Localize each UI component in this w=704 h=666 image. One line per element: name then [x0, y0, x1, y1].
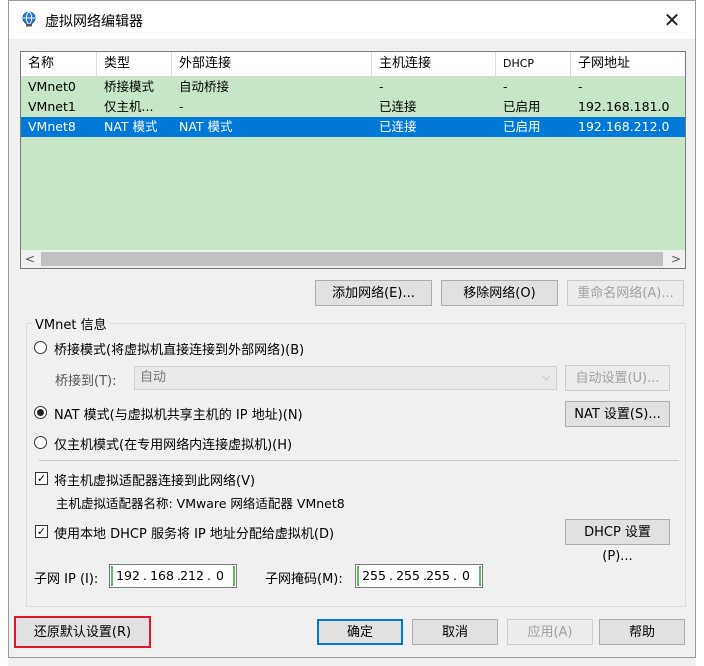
virtual-network-editor-dialog: 虚拟网络编辑器 ✕ 名称 类型 外部连接 主机连接 DHCP 子网地址 VMne…	[8, 0, 696, 658]
horizontal-scrollbar[interactable]: < >	[21, 250, 685, 268]
restore-defaults-button[interactable]: 还原默认设置(R)	[14, 616, 151, 648]
bridged-to-value: 自动	[140, 370, 167, 385]
column-header-name[interactable]: 名称	[21, 52, 97, 76]
cell-type: 桥接模式	[104, 79, 155, 94]
vmnet-info-title: VMnet 信息	[32, 314, 110, 333]
column-header-type[interactable]: 类型	[97, 52, 172, 76]
table-row[interactable]: VMnet1 仅主机... - 已连接 已启用 192.168.181.0	[21, 97, 685, 117]
mask-octet[interactable]: 255	[394, 565, 422, 587]
subnet-ip-label: 子网 IP (I):	[34, 572, 99, 587]
network-globe-icon	[22, 11, 36, 27]
bridged-to-select[interactable]: 自动 ⌵	[134, 366, 557, 390]
ip-octet[interactable]: 212	[178, 565, 206, 587]
cell-name: VMnet8	[28, 119, 76, 134]
nat-settings-button[interactable]: NAT 设置(S)...	[565, 401, 670, 427]
cancel-button[interactable]: 取消	[412, 619, 498, 645]
cell-type: NAT 模式	[104, 119, 158, 134]
chevron-down-icon: ⌵	[542, 372, 550, 383]
subnet-ip-input[interactable]: 192 . 168 . 212 . 0	[109, 564, 237, 588]
host-only-label[interactable]: 仅主机模式(在专用网络内连接虚拟机)(H)	[54, 434, 292, 453]
cell-subnet: -	[578, 79, 583, 94]
ok-button[interactable]: 确定	[317, 619, 403, 645]
ip-octet[interactable]: 168	[148, 565, 176, 587]
scroll-right-icon[interactable]: >	[667, 250, 685, 268]
bridged-mode-label[interactable]: 桥接模式(将虚拟机直接连接到外部网络)(B)	[54, 339, 304, 358]
scroll-left-icon[interactable]: <	[21, 250, 39, 268]
cell-subnet: 192.168.212.0	[578, 119, 670, 134]
subnet-mask-input[interactable]: 255 . 255 . 255 . 0	[355, 564, 483, 588]
subnet-mask-label: 子网掩码(M):	[265, 572, 343, 587]
mask-octet[interactable]: 255	[424, 565, 452, 587]
scrollbar-thumb[interactable]	[41, 252, 663, 266]
cell-external: -	[179, 99, 184, 114]
dhcp-label[interactable]: 使用本地 DHCP 服务将 IP 地址分配给虚拟机(D)	[54, 523, 334, 542]
window-title: 虚拟网络编辑器	[45, 14, 143, 30]
column-header-subnet[interactable]: 子网地址	[571, 52, 685, 76]
background-window-right-edge	[696, 0, 704, 666]
help-button[interactable]: 帮助	[599, 619, 685, 645]
ip-octet[interactable]: 192	[114, 565, 142, 587]
background-window-left-edge	[0, 0, 8, 666]
cell-dhcp: 已启用	[503, 119, 541, 134]
nat-mode-label[interactable]: NAT 模式(与虚拟机共享主机的 IP 地址)(N)	[54, 404, 303, 423]
adapter-name-label: 主机虚拟适配器名称: VMware 网络适配器 VMnet8	[56, 496, 345, 511]
dhcp-settings-button[interactable]: DHCP 设置(P)...	[565, 519, 670, 564]
cell-host: 已连接	[379, 99, 417, 114]
connect-adapter-label[interactable]: 将主机虚拟适配器连接到此网络(V)	[54, 470, 255, 489]
bridged-to-label: 桥接到(T):	[55, 374, 117, 389]
mask-octet[interactable]: 255	[360, 565, 388, 587]
ip-octet[interactable]: 0	[206, 565, 234, 587]
table-row[interactable]: VMnet0 桥接模式 自动桥接 - - -	[21, 77, 685, 97]
auto-settings-button[interactable]: 自动设置(U)...	[565, 365, 670, 391]
rename-network-button[interactable]: 重命名网络(A)...	[567, 280, 684, 306]
cell-external: NAT 模式	[179, 119, 233, 134]
column-header-dhcp[interactable]: DHCP	[496, 52, 571, 76]
cell-host: 已连接	[379, 119, 417, 134]
nat-mode-radio[interactable]	[34, 406, 47, 419]
cell-name: VMnet0	[28, 79, 76, 94]
section-divider	[39, 460, 679, 461]
close-button[interactable]: ✕	[659, 7, 685, 33]
list-header: 名称 类型 外部连接 主机连接 DHCP 子网地址	[21, 52, 685, 77]
cell-external: 自动桥接	[179, 79, 230, 94]
column-header-host[interactable]: 主机连接	[372, 52, 496, 76]
network-list[interactable]: 名称 类型 外部连接 主机连接 DHCP 子网地址 VMnet0 桥接模式 自动…	[20, 51, 686, 269]
cell-name: VMnet1	[28, 99, 76, 114]
title-bar: 虚拟网络编辑器 ✕	[9, 1, 695, 39]
cell-dhcp: 已启用	[503, 99, 541, 114]
cell-dhcp: -	[503, 79, 508, 94]
table-row-selected[interactable]: VMnet8 NAT 模式 NAT 模式 已连接 已启用 192.168.212…	[21, 117, 685, 137]
add-network-button[interactable]: 添加网络(E)...	[315, 280, 432, 306]
column-header-external[interactable]: 外部连接	[172, 52, 372, 76]
mask-octet[interactable]: 0	[452, 565, 480, 587]
connect-adapter-checkbox[interactable]: ✓	[35, 472, 48, 485]
host-only-radio[interactable]	[34, 436, 47, 449]
remove-network-button[interactable]: 移除网络(O)	[441, 280, 558, 306]
dhcp-checkbox[interactable]: ✓	[35, 525, 48, 538]
bridged-mode-radio[interactable]	[34, 341, 47, 354]
cell-subnet: 192.168.181.0	[578, 99, 670, 114]
cell-host: -	[379, 79, 384, 94]
cell-type: 仅主机...	[104, 99, 154, 114]
apply-button[interactable]: 应用(A)	[507, 619, 593, 645]
